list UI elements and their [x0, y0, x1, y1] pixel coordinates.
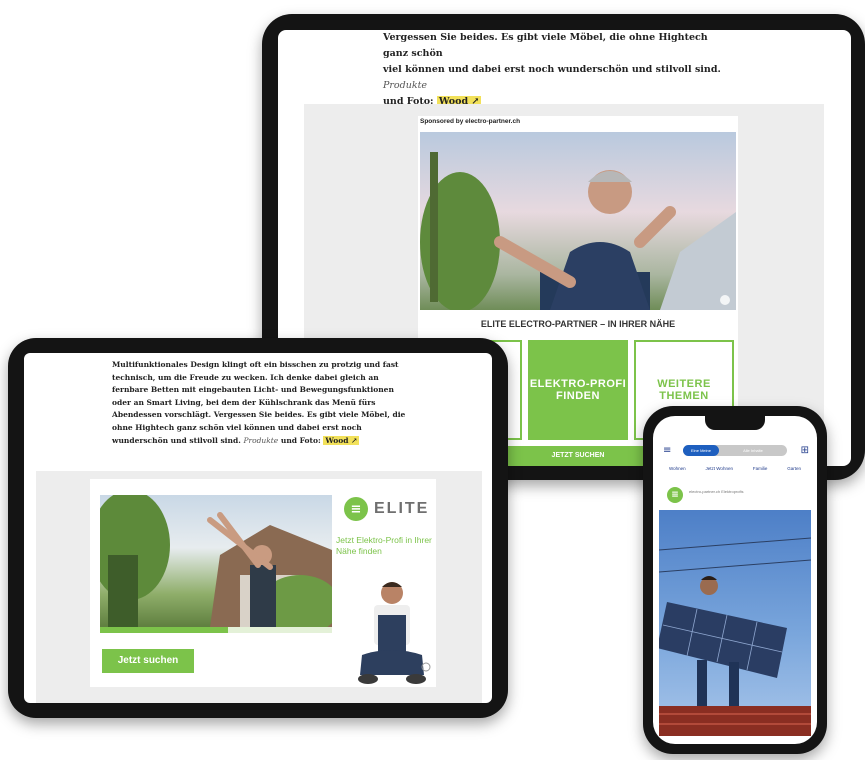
solar-worker-image — [659, 537, 811, 736]
credit-link[interactable]: Wood ↗ — [323, 435, 360, 445]
phone-tabs: Wohnen Jetzt Wohnen Familie Garten — [653, 466, 817, 478]
ad-title: ELITE ELECTRO-PARTNER – IN IHRER NÄHE — [480, 319, 676, 329]
toggle-option-mine[interactable]: Eine Meine — [683, 445, 719, 456]
article-text: Multifunktionales Design klingt oft ein … — [112, 359, 412, 447]
phone-screen: ≡ Eine Meine Alle Inhalte ⊞ Wohnen Jetzt… — [653, 416, 817, 744]
grid-icon[interactable]: ⊞ — [801, 446, 809, 456]
ad-unit[interactable]: Jetzt suchen ≡ ELITE Jetzt Elektro-Profi… — [90, 479, 436, 687]
phone-notch — [705, 416, 765, 430]
ad-video[interactable] — [420, 132, 736, 310]
content-toggle[interactable]: Eine Meine Alle Inhalte — [683, 445, 787, 456]
article-line: viel können und dabei erst noch wundersc… — [383, 64, 721, 75]
elite-logo-icon: ≡ — [667, 487, 683, 503]
elite-logo: ≡ ELITE — [344, 497, 429, 521]
tile-find-pro[interactable]: Elektro-Profi finden — [528, 340, 628, 440]
article-paragraph: Multifunktionales Design klingt oft ein … — [112, 360, 406, 445]
phone-ad-header: ≡ electro-partner.ch Elektroprofis — [659, 480, 811, 510]
credit-mid: und Foto: — [280, 435, 321, 445]
phone-ad[interactable]: ≡ electro-partner.ch Elektroprofis — [659, 480, 811, 736]
worker-figure — [358, 582, 431, 684]
brand-name: ELITE — [374, 500, 430, 517]
menu-icon[interactable]: ≡ — [663, 446, 671, 456]
tablet-small-screen: Multifunktionales Design klingt oft ein … — [24, 353, 492, 703]
credit-prefix: Produkte — [243, 435, 279, 445]
ad-photo-image — [100, 495, 332, 627]
ad-photo — [100, 495, 332, 627]
phone-header: ≡ Eine Meine Alle Inhalte ⊞ — [653, 444, 817, 460]
ad-tagline: Jetzt Elektro-Profi in Ihrer Nähe finden — [336, 535, 432, 556]
search-now-button[interactable]: Jetzt suchen — [102, 649, 194, 673]
elite-logo-icon: ≡ — [344, 497, 368, 521]
worker-image — [352, 575, 432, 687]
phone-device: ≡ Eine Meine Alle Inhalte ⊞ Wohnen Jetzt… — [643, 406, 827, 754]
tablet-small-device: Multifunktionales Design klingt oft ein … — [8, 338, 508, 718]
tab-jetzt-wohnen[interactable]: Jetzt Wohnen — [706, 466, 733, 478]
article-text: Vergessen Sie beides. Es gibt viele Möbe… — [383, 30, 723, 110]
phone-ad-text: electro-partner.ch Elektroprofis — [689, 489, 744, 494]
progress-bar — [100, 627, 332, 633]
ad-video-image — [420, 152, 736, 310]
progress-fill — [100, 627, 228, 633]
tab-wohnen[interactable]: Wohnen — [669, 466, 686, 478]
tab-familie[interactable]: Familie — [753, 466, 768, 478]
toggle-option-all[interactable]: Alle Inhalte — [721, 445, 785, 456]
tab-garten[interactable]: Garten — [787, 466, 801, 478]
credit-prefix: Produkte — [383, 80, 428, 91]
article-line: Vergessen Sie beides. Es gibt viele Möbe… — [383, 32, 708, 59]
sponsor-label: Sponsored by electro-partner.ch — [420, 118, 521, 125]
phone-ad-photo — [659, 510, 811, 736]
